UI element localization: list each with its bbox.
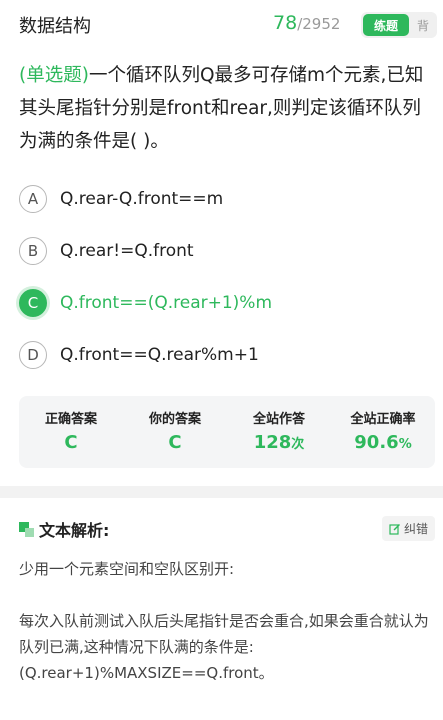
analysis-icon <box>19 521 34 537</box>
question-progress[interactable]: 78/2952 <box>273 12 340 34</box>
stat-label: 全站正确率 <box>350 412 416 427</box>
option-letter: A <box>19 185 47 213</box>
recite-mode-button[interactable]: 背 <box>409 17 437 34</box>
stat-your-answer: 你的答案 C <box>123 396 227 468</box>
option-text: Q.rear!=Q.front <box>60 241 194 261</box>
progress-current: 78 <box>273 12 298 34</box>
stat-value: C <box>64 432 78 453</box>
stat-label: 全站作答 <box>252 412 305 427</box>
stat-value: 128次 <box>227 432 331 453</box>
stat-value: C <box>168 432 182 453</box>
attempts-count: 128 <box>253 432 292 453</box>
progress-total: 2952 <box>302 15 341 33</box>
stat-attempts: 全站作答 128次 <box>227 396 331 468</box>
analysis-header: 文本解析: 纠错 <box>19 516 435 542</box>
analysis-content: 少用一个元素空间和空队区别开: 每次入队前测试入队后头尾指针是否会重合,如果会重… <box>19 556 437 686</box>
option-letter: D <box>19 341 47 369</box>
option-text: Q.rear-Q.front==m <box>60 189 224 209</box>
accuracy-number: 90.6 <box>354 432 399 453</box>
stat-accuracy: 全站正确率 90.6% <box>331 396 435 468</box>
option-letter: C <box>19 289 47 317</box>
stat-value: 90.6% <box>331 432 435 453</box>
question-stem: (单选题)一个循环队列Q最多可存储m个元素,已知其头尾指针分别是front和re… <box>19 59 439 158</box>
accuracy-unit: % <box>398 437 412 452</box>
analysis-paragraph: 少用一个元素空间和空队区别开: <box>19 560 235 578</box>
analysis-title: 文本解析: <box>39 521 110 540</box>
option-letter: B <box>19 237 47 265</box>
option-text: Q.front==(Q.rear+1)%m <box>60 293 273 313</box>
stat-label: 你的答案 <box>148 412 201 427</box>
practice-mode-button[interactable]: 练题 <box>363 14 409 36</box>
mode-toggle[interactable]: 练题 背 <box>361 12 437 38</box>
analysis-paragraph: 每次入队前测试入队后头尾指针是否会重合,如果会重合就认为队列已满,这种情况下队满… <box>19 612 429 682</box>
top-bar: 数据结构 78/2952 练题 背 <box>0 0 443 50</box>
section-divider <box>0 486 443 498</box>
option-c[interactable]: C Q.front==(Q.rear+1)%m <box>19 288 439 318</box>
option-a[interactable]: A Q.rear-Q.front==m <box>19 184 439 214</box>
report-error-button[interactable]: 纠错 <box>381 516 435 541</box>
subject-title: 数据结构 <box>19 16 91 37</box>
stat-correct-answer: 正确答案 C <box>19 396 123 468</box>
report-error-label: 纠错 <box>403 522 428 536</box>
option-d[interactable]: D Q.front==Q.rear%m+1 <box>19 340 439 370</box>
option-text: Q.front==Q.rear%m+1 <box>60 345 259 365</box>
answer-stats-panel: 正确答案 C 你的答案 C 全站作答 128次 全站正确率 90.6% <box>19 396 435 468</box>
edit-icon <box>389 523 400 535</box>
stat-label: 正确答案 <box>44 412 97 427</box>
question-type-label: (单选题) <box>19 65 89 86</box>
option-b[interactable]: B Q.rear!=Q.front <box>19 236 439 266</box>
attempts-unit: 次 <box>291 437 305 452</box>
